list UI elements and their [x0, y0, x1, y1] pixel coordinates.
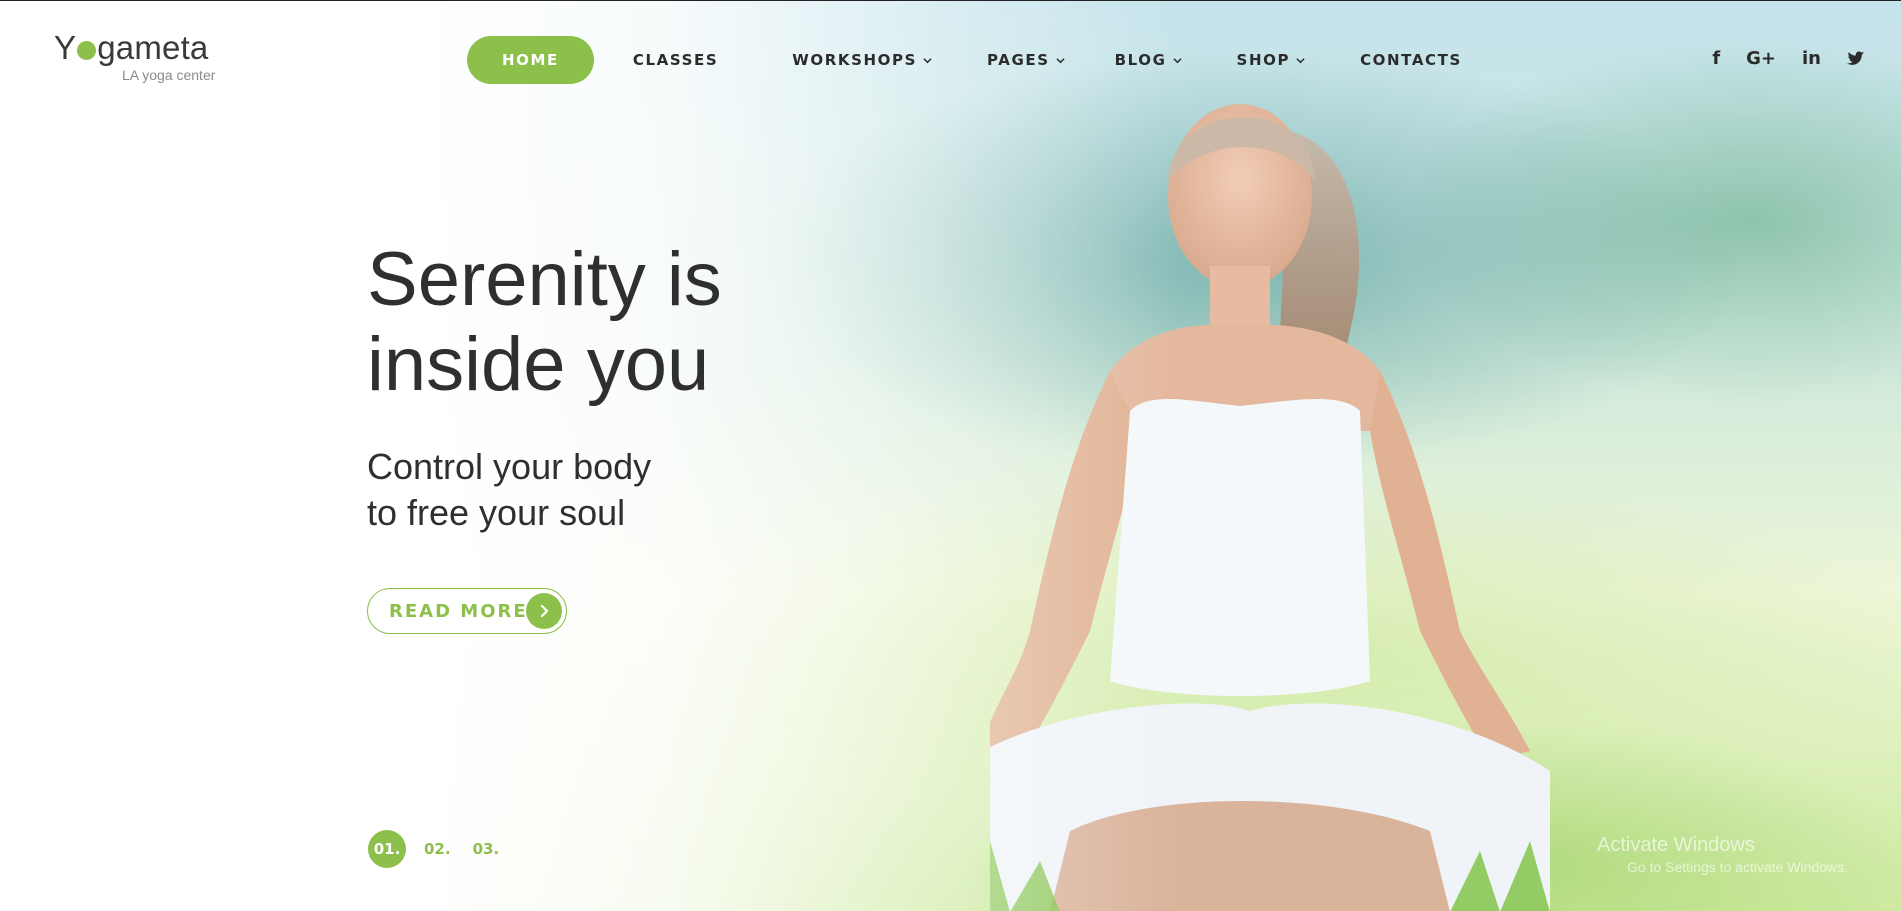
google-plus-icon[interactable]: G+ [1746, 47, 1776, 71]
social-links: f G+ in [1686, 47, 1865, 71]
read-more-label: READ MORE [389, 600, 528, 622]
nav-item-label: CONTACTS [1360, 51, 1462, 69]
hero-subtitle-line2: to free your soul [367, 492, 626, 533]
watermark-subtitle: Go to Settings to activate Windows. [1627, 859, 1848, 875]
nav-item-contacts[interactable]: CONTACTS [1360, 36, 1462, 84]
nav-item-classes[interactable]: CLASSES [633, 36, 718, 84]
slider-pager: 01. 02. 03. [368, 830, 521, 868]
chevron-down-icon [1056, 57, 1065, 63]
nav-item-label: BLOG [1114, 51, 1167, 69]
facebook-icon[interactable]: f [1712, 47, 1720, 71]
hero-title-line1: Serenity is [367, 237, 722, 322]
nav-item-label: HOME [502, 51, 559, 69]
arrow-right-icon [526, 593, 562, 629]
nav-item-label: PAGES [987, 51, 1050, 69]
main-nav: HOME CLASSES WORKSHOPS PAGES BLOG SHOP C… [467, 36, 1462, 84]
logo-text-end: gameta [97, 29, 209, 66]
nav-item-pages[interactable]: PAGES [987, 36, 1065, 84]
nav-item-label: SHOP [1236, 51, 1291, 69]
logo-mark-icon [77, 41, 97, 60]
chevron-down-icon [1296, 57, 1305, 63]
read-more-button[interactable]: READ MORE [367, 588, 567, 634]
nav-item-shop[interactable]: SHOP [1237, 36, 1306, 84]
slide-dot-2[interactable]: 02. [424, 830, 451, 868]
page: Ygameta LA yoga center HOME CLASSES WORK… [0, 0, 1901, 911]
nav-item-blog[interactable]: BLOG [1115, 36, 1182, 84]
linkedin-icon[interactable]: in [1802, 47, 1821, 71]
logo-tagline: LA yoga center [122, 67, 216, 83]
hero-fade-overlay [0, 1, 1901, 911]
nav-item-home[interactable]: HOME [467, 36, 594, 84]
nav-item-label: WORKSHOPS [792, 51, 918, 69]
nav-item-workshops[interactable]: WORKSHOPS [792, 36, 932, 84]
watermark-title: Activate Windows [1597, 834, 1755, 856]
hero-subtitle: Control your body to free your soul [367, 444, 787, 536]
hero-subtitle-line1: Control your body [367, 446, 652, 487]
chevron-down-icon [923, 57, 932, 63]
logo[interactable]: Ygameta LA yoga center [54, 29, 215, 83]
twitter-icon[interactable] [1847, 51, 1865, 67]
slide-dot-3[interactable]: 03. [473, 830, 500, 868]
hero-title-line2: inside you [367, 322, 710, 407]
logo-text-start: Y [54, 29, 77, 66]
hero-title: Serenity is inside you [367, 237, 887, 407]
nav-item-label: CLASSES [632, 51, 719, 69]
slide-dot-1[interactable]: 01. [368, 830, 406, 868]
activation-watermark: Activate Windows Go to Settings to activ… [1597, 834, 1848, 875]
chevron-down-icon [1172, 57, 1182, 63]
logo-wordmark: Ygameta [54, 29, 215, 67]
